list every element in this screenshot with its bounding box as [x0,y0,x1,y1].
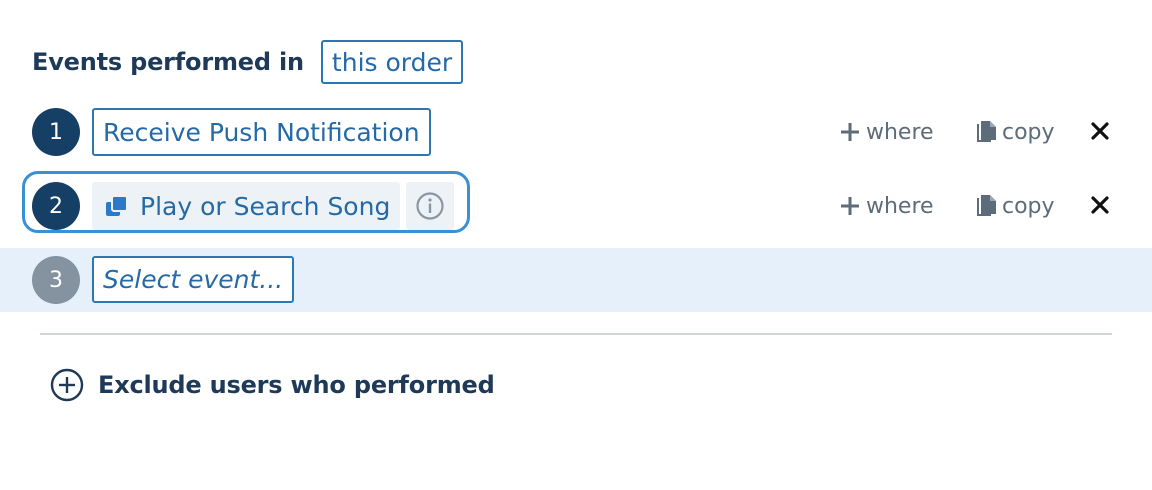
step-number-badge: 2 [32,182,80,230]
add-circle-icon [50,368,84,402]
plus-icon [841,197,859,215]
cohort-event-icon [106,195,128,216]
section-divider [40,333,1112,335]
remove-step-icon[interactable] [1090,121,1110,141]
event-selector-button[interactable]: Receive Push Notification [92,108,431,156]
event-step-row-2: 2 Play or Search Song where copy [0,171,1152,238]
copy-label: copy [1002,119,1055,145]
exclude-users-label: Exclude users who performed [98,371,495,399]
add-where-button[interactable]: where [840,190,934,222]
plus-icon [841,123,859,141]
copy-step-button[interactable]: copy [976,190,1055,222]
event-name: Play or Search Song [140,191,391,221]
info-icon [416,192,444,220]
copy-step-button[interactable]: copy [976,116,1055,148]
add-where-button[interactable]: where [840,116,934,148]
where-label: where [866,193,934,219]
select-event-button[interactable]: Select event... [92,256,295,303]
events-panel: Events performed in this order 1 Receive… [0,0,1152,490]
event-step-row-1: 1 Receive Push Notification where copy [0,100,1152,164]
event-selector-button[interactable]: Play or Search Song [92,182,401,230]
step-number-badge: 3 [32,256,80,304]
order-selector-button[interactable]: this order [320,40,464,84]
remove-step-icon[interactable] [1090,195,1110,215]
events-order-header: Events performed in this order [32,38,464,86]
step-number-badge: 1 [32,108,80,156]
event-step-row-3: 3 Select event... [0,248,1152,312]
copy-label: copy [1002,193,1055,219]
event-info-button[interactable] [406,182,454,230]
copy-icon [977,195,996,216]
exclude-users-button[interactable]: Exclude users who performed [50,366,495,404]
where-label: where [866,119,934,145]
copy-icon [977,121,996,142]
events-performed-label: Events performed in [32,48,304,76]
